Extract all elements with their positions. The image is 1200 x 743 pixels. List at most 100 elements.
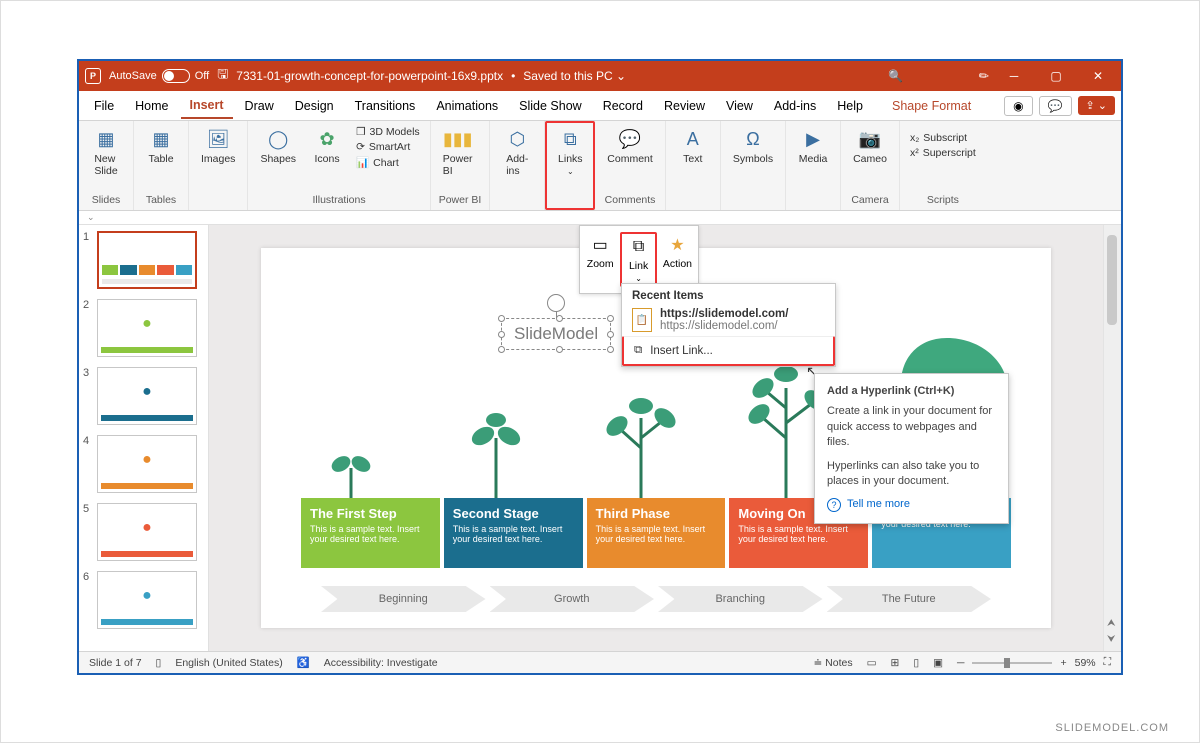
accessibility-status[interactable]: Accessibility: Investigate <box>324 657 438 669</box>
chart-button[interactable]: 📊Chart <box>354 155 422 170</box>
tab-file[interactable]: File <box>85 94 123 118</box>
resize-handle[interactable] <box>556 315 563 322</box>
icons-button[interactable]: ✿ Icons <box>308 125 346 167</box>
zoom-percent[interactable]: 59% <box>1075 657 1096 669</box>
textbox-content[interactable]: SlideModel <box>501 318 611 350</box>
3d-models-button[interactable]: ❒3D Models <box>354 125 422 139</box>
vertical-scrollbar[interactable]: ⮝ ⮟ <box>1103 225 1121 651</box>
resize-handle[interactable] <box>498 315 505 322</box>
view-reading-icon[interactable]: ▯ <box>913 657 919 669</box>
powerbi-button[interactable]: ▮▮▮ Power BI <box>439 125 477 179</box>
info-icon: ? <box>827 498 841 512</box>
resize-handle[interactable] <box>556 346 563 353</box>
new-slide-button[interactable]: ▦ New Slide <box>87 125 125 179</box>
cameo-button[interactable]: 📷 Cameo <box>849 125 891 167</box>
rotation-handle-icon[interactable] <box>547 294 565 312</box>
link-button[interactable]: ⧉Link⌄ <box>620 232 656 287</box>
slide-thumbnail-3[interactable]: ● <box>97 367 197 425</box>
minimize-button[interactable]: ─ <box>997 62 1031 90</box>
view-slideshow-icon[interactable]: ▣ <box>933 657 943 669</box>
tell-me-more-link[interactable]: ? Tell me more <box>827 497 996 512</box>
fit-to-window-icon[interactable]: ⛶ <box>1104 656 1111 669</box>
tab-view[interactable]: View <box>717 94 762 118</box>
slide-editor[interactable]: SlideModel <box>209 225 1103 651</box>
zoom-button[interactable]: ▭Zoom <box>584 232 616 287</box>
text-button[interactable]: A Text <box>674 125 712 167</box>
subscript-label: Subscript <box>923 132 967 144</box>
maximize-button[interactable]: ▢ <box>1039 62 1073 90</box>
thumb-num: 2 <box>83 299 93 311</box>
slide-thumbnail-4[interactable]: ● <box>97 435 197 493</box>
selected-textbox[interactable]: SlideModel <box>501 294 611 350</box>
autosave-toggle[interactable]: AutoSave Off <box>109 69 209 83</box>
zoom-controls[interactable]: ─ + 59% ⛶ <box>957 656 1111 669</box>
symbols-button[interactable]: Ω Symbols <box>729 125 777 167</box>
insert-link-menu-item[interactable]: ⧉ Insert Link... <box>622 336 835 366</box>
comments-pane-button[interactable]: 💬 <box>1039 96 1072 116</box>
tab-help[interactable]: Help <box>828 94 872 118</box>
share-button[interactable]: ⇪ ⌄ <box>1078 96 1116 115</box>
resize-handle[interactable] <box>607 315 614 322</box>
images-button[interactable]: 🖼 Images <box>197 125 239 167</box>
tab-review[interactable]: Review <box>655 94 714 118</box>
view-normal-icon[interactable]: ▭ <box>867 657 877 669</box>
tab-insert[interactable]: Insert <box>181 93 233 119</box>
save-icon[interactable]: 🖫 <box>217 65 228 87</box>
view-sorter-icon[interactable]: ⊞ <box>891 657 900 669</box>
tab-animations[interactable]: Animations <box>427 94 507 118</box>
comment-button[interactable]: 💬 Comment <box>603 125 657 167</box>
record-camera-button[interactable]: ◉ <box>1004 96 1032 116</box>
shapes-button[interactable]: ◯ Shapes <box>256 125 300 167</box>
arrow-label[interactable]: Growth <box>490 586 655 612</box>
scrollbar-thumb[interactable] <box>1107 235 1117 325</box>
zoom-in-icon[interactable]: + <box>1060 657 1066 669</box>
tab-transitions[interactable]: Transitions <box>346 94 425 118</box>
tab-addins[interactable]: Add-ins <box>765 94 825 118</box>
stage-box[interactable]: The First StepThis is a sample text. Ins… <box>301 498 440 568</box>
action-button[interactable]: ★Action <box>661 232 694 287</box>
next-slide-icon[interactable]: ⮟ <box>1107 634 1116 645</box>
zoom-out-icon[interactable]: ─ <box>957 657 964 669</box>
resize-handle[interactable] <box>498 331 505 338</box>
table-button[interactable]: ▦ Table <box>142 125 180 167</box>
recent-link-item[interactable]: 📋 https://slidemodel.com/ https://slidem… <box>622 304 835 336</box>
smartart-button[interactable]: ⟳SmartArt <box>354 140 422 154</box>
addins-button[interactable]: ⬡ Add- ins <box>498 125 536 179</box>
links-button[interactable]: ⧉ Links ⌄ <box>551 125 589 178</box>
slide-thumbnail-1[interactable] <box>97 231 197 289</box>
slide-thumbnail-5[interactable]: ● <box>97 503 197 561</box>
tab-home[interactable]: Home <box>126 94 177 118</box>
tab-slideshow[interactable]: Slide Show <box>510 94 591 118</box>
ribbon-collapse-bar[interactable]: ⌄ <box>79 211 1121 225</box>
group-scripts: Scripts <box>908 194 978 206</box>
notes-button[interactable]: ≐ Notes <box>813 657 852 669</box>
language-status[interactable]: English (United States) <box>175 657 282 669</box>
slide-counter[interactable]: Slide 1 of 7 <box>89 657 142 669</box>
toggle-icon <box>162 69 190 83</box>
slide-thumbnail-6[interactable]: ● <box>97 571 197 629</box>
arrow-label[interactable]: The Future <box>827 586 992 612</box>
subscript-button[interactable]: x₂Subscript <box>908 131 978 145</box>
zoom-slider[interactable] <box>972 662 1052 664</box>
app-logo-icon: P <box>85 68 101 84</box>
stage-box[interactable]: Second StageThis is a sample text. Inser… <box>444 498 583 568</box>
arrow-label[interactable]: Beginning <box>321 586 486 612</box>
search-icon[interactable]: 🔍 <box>888 69 903 83</box>
superscript-button[interactable]: x²Superscript <box>908 146 978 160</box>
resize-handle[interactable] <box>607 346 614 353</box>
draw-icon[interactable]: ✎ <box>976 67 993 84</box>
arrow-label[interactable]: Branching <box>658 586 823 612</box>
slide-thumbnail-2[interactable]: ● <box>97 299 197 357</box>
saved-state-dropdown[interactable]: Saved to this PC ⌄ <box>523 69 626 83</box>
media-button[interactable]: ▶ Media <box>794 125 832 167</box>
tab-draw[interactable]: Draw <box>236 94 283 118</box>
resize-handle[interactable] <box>498 346 505 353</box>
resize-handle[interactable] <box>607 331 614 338</box>
autosave-label: AutoSave <box>109 70 157 82</box>
close-button[interactable]: ✕ <box>1081 62 1115 90</box>
tab-design[interactable]: Design <box>286 94 343 118</box>
tab-record[interactable]: Record <box>594 94 652 118</box>
prev-slide-icon[interactable]: ⮝ <box>1107 618 1116 629</box>
tab-shape-format[interactable]: Shape Format <box>883 94 980 118</box>
stage-box[interactable]: Third PhaseThis is a sample text. Insert… <box>587 498 726 568</box>
